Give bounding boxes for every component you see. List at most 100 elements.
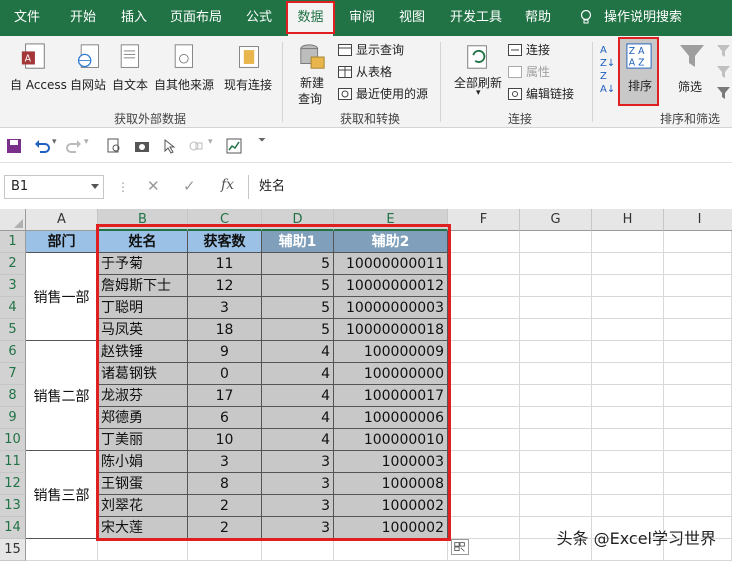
cell-customers[interactable]: 3: [188, 297, 262, 319]
empty-cell[interactable]: [262, 539, 334, 561]
cell-aux1[interactable]: 3: [262, 473, 334, 495]
column-header-h[interactable]: H: [592, 209, 664, 231]
empty-cell[interactable]: [592, 385, 664, 407]
from-text-button[interactable]: 自文本: [110, 40, 150, 96]
edit-links-button[interactable]: 编辑链接: [508, 85, 574, 103]
column-header-a[interactable]: A: [26, 209, 98, 231]
row-header-9[interactable]: 9: [0, 407, 26, 429]
row-header-2[interactable]: 2: [0, 253, 26, 275]
empty-cell[interactable]: [664, 319, 732, 341]
name-box[interactable]: B1: [4, 175, 104, 199]
column-header-g[interactable]: G: [520, 209, 592, 231]
cancel-icon[interactable]: ✕: [147, 177, 160, 195]
empty-cell[interactable]: [520, 407, 592, 429]
cell-name[interactable]: 丁聪明: [98, 297, 188, 319]
empty-cell[interactable]: [448, 275, 520, 297]
empty-cell[interactable]: [188, 539, 262, 561]
cell-aux2[interactable]: 100000000: [334, 363, 448, 385]
empty-cell[interactable]: [592, 407, 664, 429]
filter-button[interactable]: 筛选: [674, 40, 714, 96]
cell-aux1[interactable]: 3: [262, 495, 334, 517]
cell-customers[interactable]: 2: [188, 517, 262, 539]
cell-aux1[interactable]: 5: [262, 275, 334, 297]
cell-aux2[interactable]: 100000006: [334, 407, 448, 429]
tab-formulas[interactable]: 公式: [236, 0, 282, 36]
empty-cell[interactable]: [664, 297, 732, 319]
cell-customers[interactable]: 6: [188, 407, 262, 429]
dept-cell[interactable]: 销售一部: [26, 253, 98, 341]
cell-aux2[interactable]: 1000002: [334, 495, 448, 517]
empty-cell[interactable]: [520, 231, 592, 253]
empty-cell[interactable]: [98, 539, 188, 561]
empty-cell[interactable]: [592, 319, 664, 341]
cell-customers[interactable]: 2: [188, 495, 262, 517]
tab-review[interactable]: 审阅: [340, 0, 384, 36]
cell-name[interactable]: 于予菊: [98, 253, 188, 275]
from-table-button[interactable]: 从表格: [338, 63, 392, 81]
empty-cell[interactable]: [664, 363, 732, 385]
row-header-14[interactable]: 14: [0, 517, 26, 539]
cell-aux1[interactable]: 3: [262, 451, 334, 473]
quick-analysis-icon[interactable]: [451, 539, 469, 555]
camera-icon[interactable]: [134, 138, 150, 154]
refresh-all-button[interactable]: 全部刷新 ▾: [450, 40, 506, 108]
row-header-3[interactable]: 3: [0, 275, 26, 297]
tab-home[interactable]: 开始: [58, 0, 108, 36]
empty-cell[interactable]: [592, 429, 664, 451]
row-header-1[interactable]: 1: [0, 231, 26, 253]
chevron-down-icon[interactable]: [91, 184, 99, 189]
empty-cell[interactable]: [592, 451, 664, 473]
cell-aux1[interactable]: 5: [262, 297, 334, 319]
connections-button[interactable]: 连接: [508, 41, 550, 59]
empty-cell[interactable]: [448, 517, 520, 539]
sort-button[interactable]: Z A A Z 排序: [618, 37, 659, 106]
from-web-button[interactable]: 自网站: [68, 40, 108, 96]
cell-customers[interactable]: 17: [188, 385, 262, 407]
column-header-c[interactable]: C: [188, 209, 262, 231]
from-other-sources-button[interactable]: 自其他来源: [152, 40, 216, 96]
print-preview-icon[interactable]: [106, 138, 122, 154]
cell-name[interactable]: 马凤英: [98, 319, 188, 341]
empty-cell[interactable]: [448, 297, 520, 319]
cell-name[interactable]: 赵铁锤: [98, 341, 188, 363]
empty-cell[interactable]: [520, 385, 592, 407]
undo-icon[interactable]: [34, 138, 50, 154]
cell-aux2[interactable]: 10000000018: [334, 319, 448, 341]
empty-cell[interactable]: [592, 297, 664, 319]
tab-view[interactable]: 视图: [390, 0, 434, 36]
cell-aux1[interactable]: 5: [262, 253, 334, 275]
header-cell-customers[interactable]: 获客数: [188, 231, 262, 253]
insert-function-icon[interactable]: fx: [221, 177, 234, 193]
empty-cell[interactable]: [448, 429, 520, 451]
empty-cell[interactable]: [448, 231, 520, 253]
empty-cell[interactable]: [520, 473, 592, 495]
empty-cell[interactable]: [448, 253, 520, 275]
empty-cell[interactable]: [592, 341, 664, 363]
empty-cell[interactable]: [664, 275, 732, 297]
empty-cell[interactable]: [664, 341, 732, 363]
row-header-6[interactable]: 6: [0, 341, 26, 363]
cell-aux1[interactable]: 3: [262, 517, 334, 539]
new-query-button[interactable]: 新建 查询: [292, 40, 332, 108]
empty-cell[interactable]: [26, 539, 98, 561]
column-header-e[interactable]: E: [334, 209, 448, 231]
empty-cell[interactable]: [448, 363, 520, 385]
cell-aux2[interactable]: 10000000011: [334, 253, 448, 275]
dept-cell[interactable]: 销售二部: [26, 341, 98, 451]
formula-input[interactable]: 姓名: [248, 175, 732, 199]
empty-cell[interactable]: [592, 363, 664, 385]
cell-name[interactable]: 郑德勇: [98, 407, 188, 429]
empty-cell[interactable]: [520, 451, 592, 473]
empty-cell[interactable]: [520, 297, 592, 319]
empty-cell[interactable]: [520, 253, 592, 275]
empty-cell[interactable]: [592, 495, 664, 517]
row-header-11[interactable]: 11: [0, 451, 26, 473]
empty-cell[interactable]: [592, 473, 664, 495]
chart-icon[interactable]: [226, 138, 242, 154]
cell-customers[interactable]: 10: [188, 429, 262, 451]
from-access-button[interactable]: A 自 Access: [4, 40, 67, 96]
empty-cell[interactable]: [520, 495, 592, 517]
empty-cell[interactable]: [448, 407, 520, 429]
enter-icon[interactable]: ✓: [183, 177, 196, 195]
empty-cell[interactable]: [664, 231, 732, 253]
